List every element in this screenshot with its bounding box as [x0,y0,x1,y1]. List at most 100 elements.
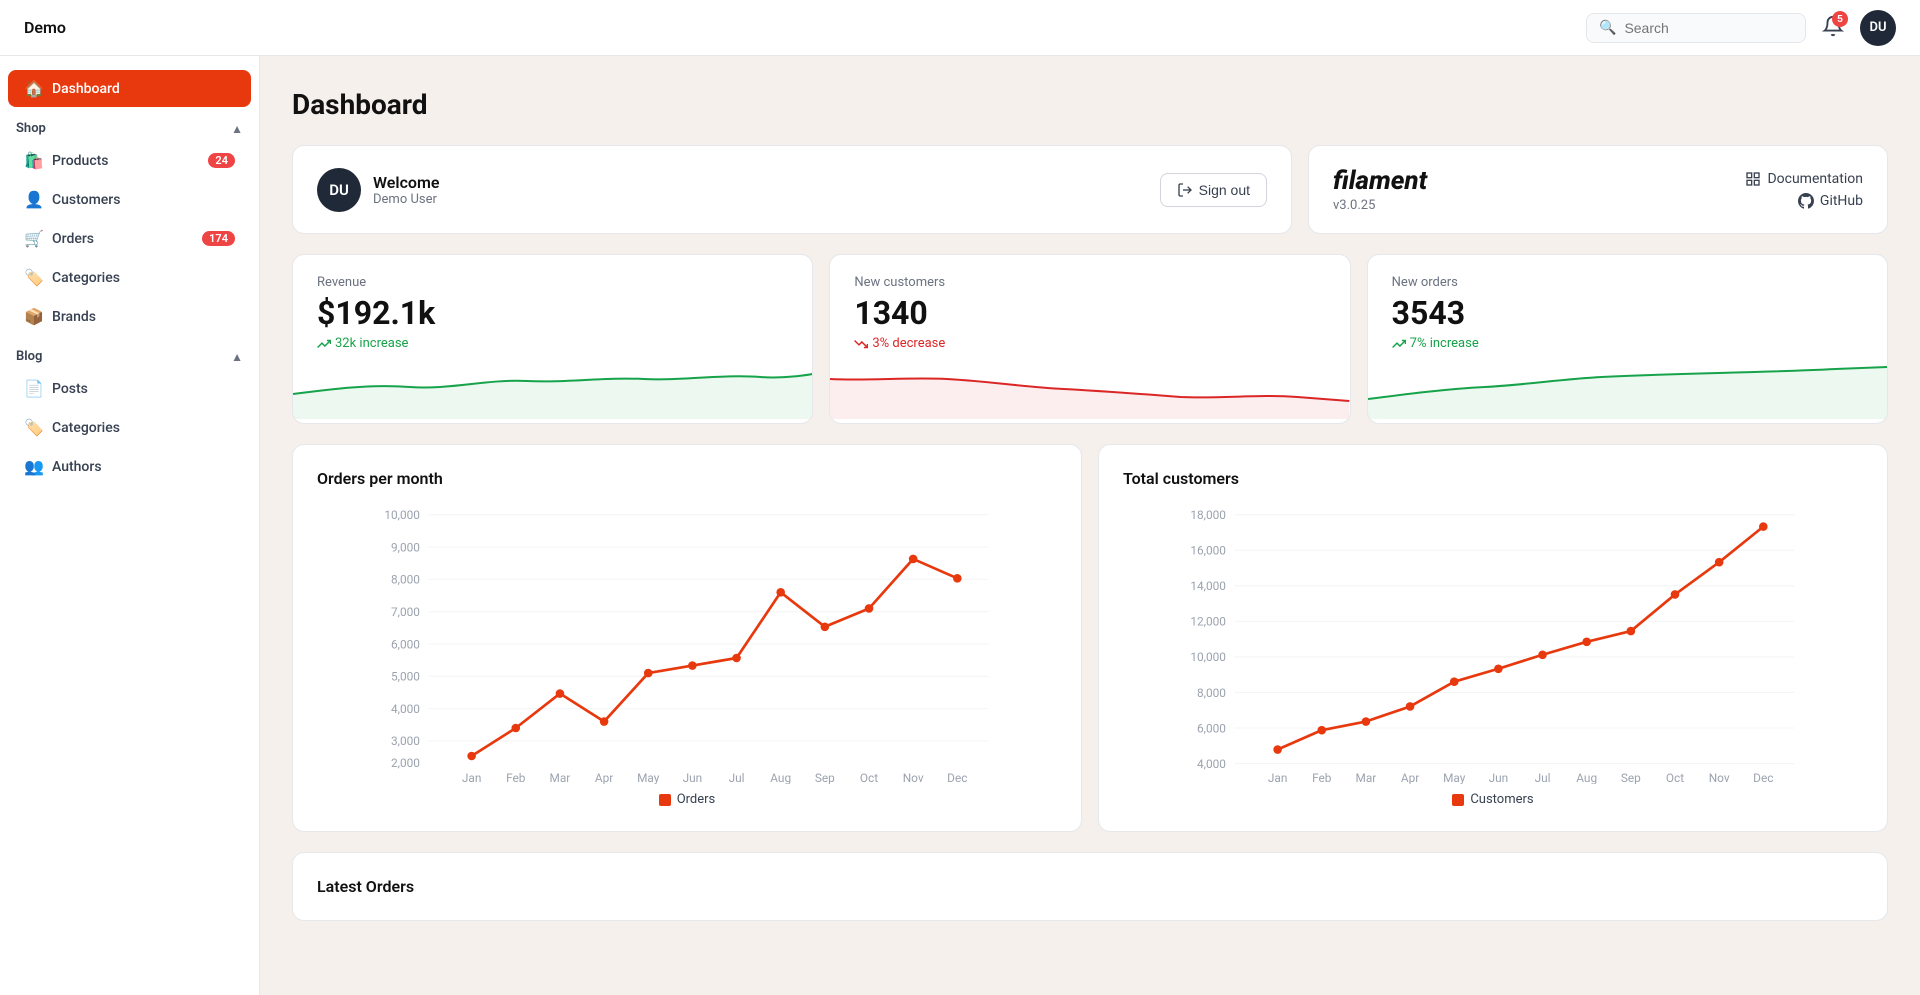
svg-text:Jan: Jan [1268,771,1288,784]
svg-text:Jan: Jan [462,771,481,784]
new-orders-change-label: 7% increase [1410,336,1479,351]
github-link[interactable]: GitHub [1798,193,1863,209]
svg-text:Dec: Dec [947,771,967,784]
svg-text:9,000: 9,000 [391,540,420,554]
revenue-label: Revenue [317,275,788,290]
customers-legend-label: Customers [1470,792,1533,807]
brand-version: v3.0.25 [1333,198,1427,213]
revenue-value: $192.1k [317,294,788,332]
svg-text:3,000: 3,000 [391,734,420,748]
layout: 🏠 Dashboard Shop ▲ 🛍️ Products 24 👤 Cust… [0,56,1920,995]
sidebar-item-posts[interactable]: 📄 Posts [8,370,251,407]
search-input[interactable] [1624,20,1793,36]
stats-row: Revenue $192.1k 32k increase New custome… [292,254,1888,424]
sidebar-item-categories[interactable]: 🏷️ Categories [8,259,251,296]
svg-text:May: May [637,771,660,784]
svg-text:10,000: 10,000 [384,508,420,522]
documentation-link[interactable]: Documentation [1745,171,1863,187]
svg-text:4,000: 4,000 [391,702,420,716]
svg-text:Mar: Mar [1356,771,1377,784]
customers-legend-dot [1452,794,1464,806]
sidebar-item-products[interactable]: 🛍️ Products 24 [8,142,251,179]
search-box[interactable]: 🔍 [1586,13,1806,43]
svg-text:2,000: 2,000 [391,756,420,770]
new-orders-stat-card: New orders 3543 7% increase [1367,254,1888,424]
sidebar-item-blog-categories[interactable]: 🏷️ Categories [8,409,251,446]
app-logo: Demo [24,18,66,37]
notifications-button[interactable]: 5 [1818,11,1848,44]
sidebar-item-customers-label: Customers [52,192,120,208]
welcome-username: Demo User [373,192,439,207]
sidebar-item-brands-label: Brands [52,309,96,325]
svg-text:Apr: Apr [1401,771,1419,784]
brand-name: filament [1333,166,1427,196]
main-content: Dashboard DU Welcome Demo User [260,56,1920,995]
orders-legend-dot [659,794,671,806]
sidebar-item-authors-label: Authors [52,459,102,475]
new-customers-label: New customers [854,275,1325,290]
sidebar-item-products-label: Products [52,153,109,169]
sign-out-button[interactable]: Sign out [1160,173,1267,207]
latest-orders-title: Latest Orders [317,877,1863,896]
posts-icon: 📄 [24,379,42,398]
sidebar: 🏠 Dashboard Shop ▲ 🛍️ Products 24 👤 Cust… [0,56,260,995]
sidebar-section-blog: Blog ▲ [0,337,259,368]
sidebar-item-brands[interactable]: 📦 Brands [8,298,251,335]
svg-text:Jul: Jul [729,771,745,784]
search-icon: 🔍 [1599,20,1616,36]
svg-text:Feb: Feb [506,771,526,784]
home-icon: 🏠 [24,79,42,98]
customers-chart-legend: Customers [1123,792,1863,807]
customers-sparkline [830,359,1349,419]
charts-row: Orders per month 10,000 9, [292,444,1888,832]
new-customers-value: 1340 [854,294,1325,332]
sidebar-item-authors[interactable]: 👥 Authors [8,448,251,485]
new-orders-label: New orders [1392,275,1863,290]
orders-chart-title: Orders per month [317,469,1057,488]
orders-chart-area: 10,000 9,000 8,000 7,000 6,000 5,000 4,0… [317,504,1057,784]
svg-text:May: May [1443,771,1466,784]
svg-text:18,000: 18,000 [1190,508,1226,522]
svg-text:12,000: 12,000 [1190,615,1226,629]
orders-chart-card: Orders per month 10,000 9, [292,444,1082,832]
svg-text:14,000: 14,000 [1190,579,1226,593]
revenue-trend-icon [317,337,331,351]
page-title: Dashboard [292,88,1888,121]
sidebar-item-dashboard[interactable]: 🏠 Dashboard [8,70,251,107]
customers-chart-svg: 18,000 16,000 14,000 12,000 10,000 8,000… [1123,504,1863,784]
new-orders-change: 7% increase [1392,336,1863,351]
svg-text:Apr: Apr [595,771,613,784]
documentation-label: Documentation [1767,171,1863,187]
svg-text:8,000: 8,000 [1197,686,1226,700]
user-avatar[interactable]: DU [1860,10,1896,46]
svg-text:Nov: Nov [1709,771,1730,784]
svg-text:Sep: Sep [1621,771,1641,784]
sidebar-item-orders[interactable]: 🛒 Orders 174 [8,220,251,257]
blog-categories-icon: 🏷️ [24,418,42,437]
orders-badge: 174 [202,231,235,246]
svg-text:4,000: 4,000 [1197,757,1226,771]
blog-chevron-icon: ▲ [231,350,243,364]
svg-text:7,000: 7,000 [391,605,420,619]
user-card-avatar: DU [317,168,361,212]
sign-out-label: Sign out [1199,182,1250,198]
svg-text:Mar: Mar [550,771,571,784]
brand-links: Documentation GitHub [1745,171,1863,209]
svg-text:5,000: 5,000 [391,670,420,684]
revenue-change-label: 32k increase [335,336,408,351]
svg-text:Nov: Nov [903,771,924,784]
revenue-sparkline [293,359,812,419]
svg-text:Aug: Aug [770,771,791,784]
sidebar-item-blog-categories-label: Categories [52,420,120,436]
sidebar-item-categories-label: Categories [52,270,120,286]
products-badge: 24 [208,153,235,168]
customers-chart-card: Total customers 18,000 16, [1098,444,1888,832]
sidebar-section-shop: Shop ▲ [0,109,259,140]
notification-badge: 5 [1832,11,1848,27]
welcome-greeting: Welcome [373,173,439,192]
sidebar-item-customers[interactable]: 👤 Customers [8,181,251,218]
svg-text:Jun: Jun [683,771,703,784]
latest-orders-card: Latest Orders [292,852,1888,921]
sidebar-item-orders-label: Orders [52,231,94,247]
orders-chart-legend: Orders [317,792,1057,807]
